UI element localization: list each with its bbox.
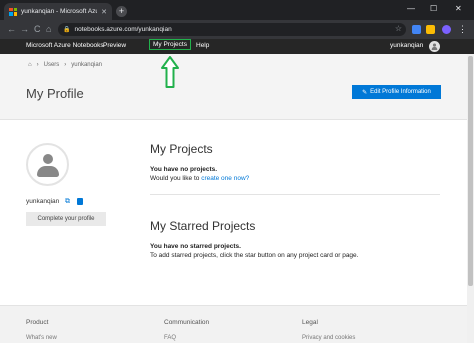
edit-profile-label: Edit Profile Information [370, 89, 431, 95]
browser-toolbar: ← → C ⌂ 🔒 notebooks.azure.com/yunkanqian… [0, 20, 474, 39]
complete-profile-button[interactable]: Complete your profile [26, 212, 106, 226]
profile-avatar [26, 143, 69, 186]
browser-tab[interactable]: yunkanqian - Microsoft Azure No ✕ [4, 3, 112, 20]
avatar-head [43, 154, 53, 164]
app-navbar: Microsoft Azure Notebooks Preview My Pro… [0, 39, 474, 54]
footer-link-faq[interactable]: FAQ [164, 335, 176, 341]
section-divider [150, 194, 440, 195]
tab-close-icon[interactable]: ✕ [101, 8, 107, 16]
url-text: notebooks.azure.com/yunkanqian [74, 26, 172, 33]
avatar-body [37, 166, 59, 177]
footer-legal: Legal [302, 319, 318, 326]
starred-hint-text: To add starred projects, click the star … [150, 252, 359, 259]
extension-icon[interactable] [412, 25, 421, 34]
reload-icon[interactable]: C [34, 24, 41, 35]
user-icon [431, 43, 438, 50]
user-avatar[interactable] [429, 41, 440, 52]
nav-my-projects[interactable]: My Projects [149, 39, 191, 50]
forward-icon[interactable]: → [20, 24, 29, 35]
tab-title: yunkanqian - Microsoft Azure No [21, 8, 97, 15]
new-tab-button[interactable]: + [116, 6, 127, 17]
breadcrumb: ⌂ › Users › yunkanqian [28, 62, 102, 68]
home-icon[interactable]: ⌂ [28, 62, 32, 68]
footer-communication: Communication [164, 319, 210, 326]
create-prompt-text: Would you like to [150, 175, 202, 182]
page-title: My Profile [26, 86, 84, 101]
my-projects-heading: My Projects [150, 142, 213, 156]
breadcrumb-separator: › [64, 62, 67, 68]
menu-icon[interactable]: ⋮ [458, 24, 467, 35]
back-icon[interactable]: ← [7, 24, 16, 35]
brand-link[interactable]: Microsoft Azure Notebooks [26, 42, 104, 49]
nav-username[interactable]: yunkanqian [390, 42, 423, 49]
no-projects-text: You have no projects. [150, 166, 218, 173]
browser-titlebar: yunkanqian - Microsoft Azure No ✕ + — ☐ … [0, 0, 474, 20]
extension-icon[interactable] [426, 25, 435, 34]
page-scrollbar[interactable] [467, 54, 474, 343]
nav-preview[interactable]: Preview [103, 42, 126, 49]
footer-product: Product [26, 319, 49, 326]
profile-icon[interactable] [442, 25, 451, 34]
edit-profile-button[interactable]: ✎ Edit Profile Information [352, 85, 441, 99]
bookmark-star-icon[interactable]: ☆ [395, 24, 402, 33]
breadcrumb-current: yunkanqian [71, 62, 102, 68]
copy-icon[interactable]: ⧉ [65, 198, 70, 206]
profile-username: yunkanqian [26, 198, 60, 205]
page-footer: Product Communication Legal What's new F… [0, 305, 474, 343]
home-icon[interactable]: ⌂ [46, 24, 51, 35]
footer-link-whats-new[interactable]: What's new [26, 335, 57, 341]
microsoft-logo-icon [9, 7, 17, 16]
create-project-prompt: Would you like to create one now? [150, 175, 249, 182]
maximize-button[interactable]: ☐ [430, 4, 437, 13]
footer-link-privacy[interactable]: Privacy and cookies [302, 335, 355, 341]
scrollbar-thumb[interactable] [468, 56, 473, 286]
create-project-link[interactable]: create one now? [201, 175, 249, 182]
no-starred-text: You have no starred projects. [150, 243, 241, 250]
profile-header: ⌂ › Users › yunkanqian My Profile ✎ Edit… [0, 54, 474, 120]
close-window-button[interactable]: ✕ [455, 4, 462, 13]
annotation-arrow-icon [161, 56, 179, 88]
pencil-icon: ✎ [362, 89, 368, 96]
breadcrumb-users[interactable]: Users [44, 62, 60, 68]
document-icon[interactable] [77, 198, 83, 205]
starred-projects-heading: My Starred Projects [150, 219, 256, 233]
breadcrumb-separator: › [36, 62, 39, 68]
lock-icon: 🔒 [63, 27, 71, 33]
nav-help[interactable]: Help [196, 42, 209, 49]
address-bar[interactable]: 🔒 notebooks.azure.com/yunkanqian ☆ [58, 23, 406, 36]
minimize-button[interactable]: — [407, 4, 415, 13]
